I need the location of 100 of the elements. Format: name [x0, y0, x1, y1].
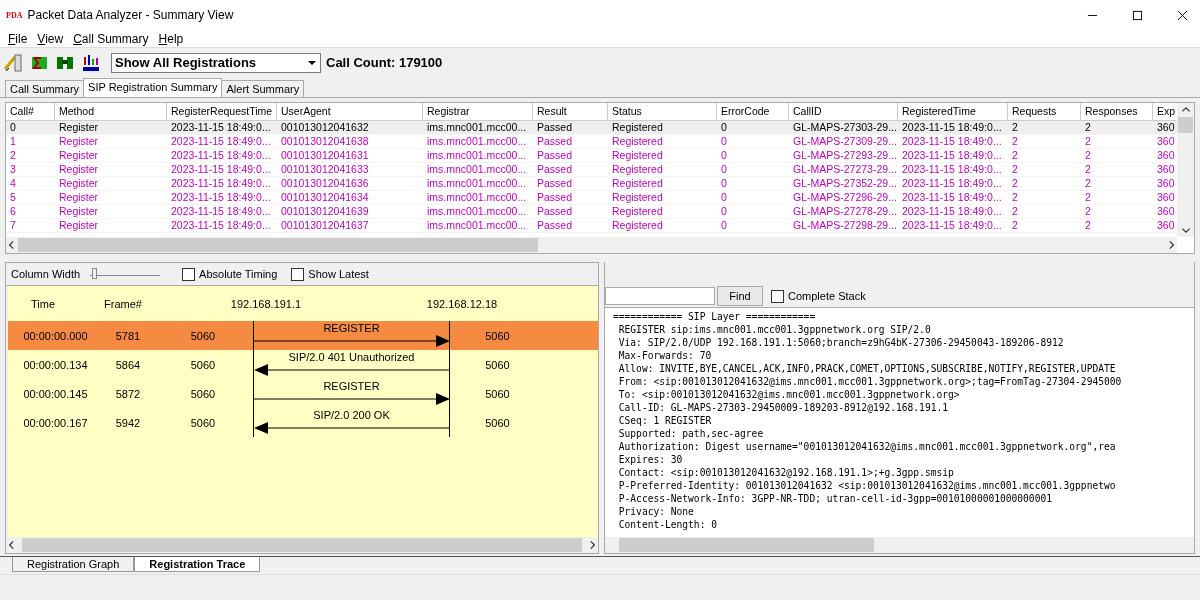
menu-item[interactable]: File: [3, 31, 33, 46]
column-header[interactable]: RegisterRequestTime: [167, 103, 277, 120]
menu-item[interactable]: Call Summary: [68, 31, 154, 46]
maximize-icon[interactable]: [1132, 9, 1143, 21]
table-cell-text: 7: [9, 219, 17, 232]
sip-header-line: Expires: 30: [617, 453, 684, 466]
column-header[interactable]: Requests: [1008, 103, 1081, 120]
column-header[interactable]: Registrar: [423, 103, 533, 120]
frame-number: 5781: [114, 329, 142, 342]
column-header[interactable]: ErrorCode: [717, 103, 789, 120]
menu-item[interactable]: View: [32, 31, 69, 46]
table-cell-text: 0: [720, 121, 728, 134]
checkbox[interactable]: [291, 267, 305, 281]
sip-header-line: CSeq: 1 REGISTER: [617, 414, 713, 427]
scrollbar-thumb[interactable]: [22, 538, 582, 552]
table-cell-text: 2023-11-15 18:49:0...: [901, 149, 1003, 162]
table-cell-text: 2023-11-15 18:49:0...: [170, 121, 272, 134]
horizontal-scrollbar[interactable]: [6, 537, 598, 553]
scrollbar-thumb[interactable]: [18, 238, 538, 252]
message-row[interactable]: 00:00:00.000 5781 5060 REGISTER 5060: [8, 321, 598, 350]
table-cell-text: 0: [720, 177, 728, 190]
table-cell-text: GL-MAPS-27273-29...: [792, 163, 898, 176]
column-header[interactable]: Responses: [1081, 103, 1153, 120]
table-cell-text: ims.mnc001.mcc00...: [426, 177, 528, 190]
message-label: SIP/2.0 401 Unauthorized: [288, 351, 415, 364]
table-cell-text: 0: [9, 121, 17, 134]
column-header[interactable]: Method: [55, 103, 167, 120]
table-row[interactable]: 2 Register 2023-11-15 18:49:0... 001013012041631 ims.mnc001.mcc00... Passed Registered 0 GL-MAPS-27293-29... 2023-11-15 18:49:0... 2 2 360: [6, 149, 1177, 163]
table-cell-text: 2: [1011, 163, 1019, 176]
table-cell-text: 3: [9, 163, 17, 176]
table-cell-text: 360: [1156, 149, 1176, 162]
search-field[interactable]: [605, 287, 715, 305]
table-cell-text: ims.mnc001.mcc00...: [426, 219, 528, 232]
close-icon[interactable]: [1177, 9, 1188, 21]
slider-thumb[interactable]: [92, 267, 98, 279]
table-cell-text: GL-MAPS-27309-29...: [792, 135, 898, 148]
table-cell-text: 2: [1011, 205, 1019, 218]
table-cell-text: Register: [58, 205, 100, 218]
table-row[interactable]: 3 Register 2023-11-15 18:49:0... 001013012041633 ims.mnc001.mcc00... Passed Registered 0 GL-MAPS-27273-29... 2023-11-15 18:49:0... 2 2 360: [6, 163, 1177, 177]
table-cell-text: Registered: [611, 135, 664, 148]
table-cell-text: Passed: [536, 135, 574, 148]
column-header[interactable]: Status: [608, 103, 717, 120]
table-row[interactable]: 4 Register 2023-11-15 18:49:0... 001013012041636 ims.mnc001.mcc00... Passed Registered 0 GL-MAPS-27352-29... 2023-11-15 18:49:0... 2 2 360: [6, 177, 1177, 191]
table-row[interactable]: 0 Register 2023-11-15 18:49:0... 001013012041632 ims.mnc001.mcc00... Passed Registered 0 GL-MAPS-27303-29... 2023-11-15 18:49:0... 2 2 360: [6, 121, 1177, 135]
menu-item[interactable]: Help: [153, 31, 189, 46]
checkbox[interactable]: [771, 289, 784, 303]
tab[interactable]: Alert Summary: [221, 80, 305, 97]
table-cell-text: 360: [1156, 163, 1176, 176]
table-cell-text: 001013012041634: [280, 191, 370, 204]
sip-header-line: REGISTER sip:ims.mnc001.mcc001.3gppnetwork.org SIP/2.0: [617, 323, 932, 336]
message-row[interactable]: 00:00:00.167 5942 5060 SIP/2.0 200 OK 5060: [8, 408, 598, 437]
table-cell-text: 360: [1156, 177, 1176, 190]
table-cell-text: 2023-11-15 18:49:0...: [170, 205, 272, 218]
table-row[interactable]: 6 Register 2023-11-15 18:49:0... 001013012041639 ims.mnc001.mcc00... Passed Registered 0 GL-MAPS-27278-29... 2023-11-15 18:49:0... 2 2 360: [6, 205, 1177, 219]
column-header[interactable]: CallID: [789, 103, 898, 120]
message-row[interactable]: 00:00:00.145 5872 5060 REGISTER 5060: [8, 379, 598, 408]
scrollbar-thumb[interactable]: [1178, 117, 1193, 133]
find-button[interactable]: Find: [717, 286, 763, 306]
table-cell-text: 2: [9, 149, 17, 162]
vertical-scrollbar[interactable]: [1177, 103, 1194, 237]
message-row[interactable]: 00:00:00.134 5864 5060 SIP/2.0 401 Unauthorized 5060: [8, 350, 598, 379]
table-row[interactable]: 5 Register 2023-11-15 18:49:0... 001013012041634 ims.mnc001.mcc00... Passed Registered 0 GL-MAPS-27296-29... 2023-11-15 18:49:0... 2 2 360: [6, 191, 1177, 205]
table-cell-text: Passed: [536, 149, 574, 162]
tab[interactable]: Call Summary: [5, 80, 85, 97]
table-cell-text: 2: [1084, 149, 1092, 162]
column-header[interactable]: Call#: [6, 103, 55, 120]
destination-port: 5060: [484, 329, 511, 342]
scrollbar-thumb[interactable]: [619, 538, 874, 552]
table-cell-text: Register: [58, 135, 100, 148]
table-cell-text: 001013012041639: [280, 205, 370, 218]
tab[interactable]: Registration Trace: [134, 557, 261, 572]
column-header: Frame#: [103, 297, 143, 310]
table-row[interactable]: 1 Register 2023-11-15 18:49:0... 001013012041638 ims.mnc001.mcc00... Passed Registered 0 GL-MAPS-27309-29... 2023-11-15 18:49:0... 2 2 360: [6, 135, 1177, 149]
table-cell-text: 2023-11-15 18:49:0...: [901, 191, 1003, 204]
column-header[interactable]: UserAgent: [277, 103, 423, 120]
checkbox-label[interactable]: Complete Stack: [788, 290, 866, 302]
kpi-chart-icon[interactable]: [81, 52, 101, 73]
table-cell-text: GL-MAPS-27303-29...: [792, 121, 898, 134]
sip-header-line: Call-ID: GL-MAPS-27303-29450009-189203-8912@192.168.191.1: [617, 401, 949, 414]
table-cell-text: Registered: [611, 149, 664, 162]
message-label: SIP/2.0 200 OK: [313, 409, 390, 422]
table-cell-text: 2023-11-15 18:49:0...: [170, 135, 272, 148]
checkbox-label[interactable]: Absolute Timing: [199, 268, 278, 280]
checkbox-label[interactable]: Show Latest: [308, 268, 369, 280]
tab[interactable]: SIP Registration Summary: [83, 78, 223, 97]
tab[interactable]: Registration Graph: [12, 557, 135, 572]
filter-dropdown[interactable]: Show All Registrations: [111, 52, 321, 73]
host-address: 192.168.191.1: [229, 297, 303, 310]
table-cell-text: 360: [1156, 121, 1176, 134]
column-header[interactable]: RegisteredTime: [898, 103, 1008, 120]
table-cell-text: ims.mnc001.mcc00...: [426, 163, 528, 176]
table-cell-text: 2: [1084, 135, 1092, 148]
horizontal-scrollbar[interactable]: [6, 237, 1177, 253]
table-cell-text: Registered: [611, 205, 664, 218]
table-cell-text: Register: [58, 163, 100, 176]
table-cell-text: GL-MAPS-27293-29...: [792, 149, 898, 162]
column-header[interactable]: Result: [533, 103, 608, 120]
checkbox[interactable]: [182, 267, 196, 281]
table-cell-text: Registered: [611, 163, 664, 176]
table-row[interactable]: 7 Register 2023-11-15 18:49:0... 001013012041637 ims.mnc001.mcc00... Passed Registered 0 GL-MAPS-27298-29... 2023-11-15 18:49:0... 2 2 360: [6, 219, 1177, 233]
